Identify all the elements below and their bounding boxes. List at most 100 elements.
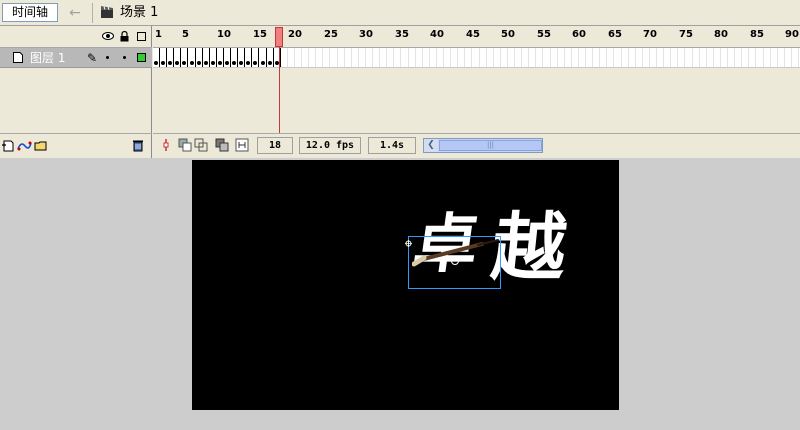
empty-frame-cell[interactable] xyxy=(501,48,508,67)
keyframe-cell[interactable] xyxy=(231,48,239,67)
empty-frame-cell[interactable] xyxy=(295,48,302,67)
keyframe-cell[interactable] xyxy=(266,48,274,67)
empty-frame-cell[interactable] xyxy=(792,48,799,67)
empty-frame-cell[interactable] xyxy=(458,48,466,67)
empty-frame-cell[interactable] xyxy=(615,48,622,67)
keyframe-cell[interactable] xyxy=(202,48,210,67)
empty-frame-cell[interactable] xyxy=(636,48,643,67)
empty-frame-cell[interactable] xyxy=(473,48,480,67)
empty-frame-cell[interactable] xyxy=(359,48,366,67)
empty-frame-cell[interactable] xyxy=(423,48,430,67)
scroll-left-icon[interactable]: ❮ xyxy=(424,139,438,152)
empty-frame-cell[interactable] xyxy=(785,48,792,67)
onion-skin-outline-icon[interactable] xyxy=(194,138,208,152)
empty-frame-cell[interactable] xyxy=(451,48,459,67)
empty-frame-cell[interactable] xyxy=(480,48,487,67)
empty-frame-cell[interactable] xyxy=(607,48,615,67)
frame-ruler[interactable]: 1 5 10 15 20 25 30 35 40 45 50 55 60 65 … xyxy=(153,26,800,48)
empty-frame-cell[interactable] xyxy=(742,48,750,67)
empty-frame-cell[interactable] xyxy=(430,48,437,67)
visibility-dot[interactable] xyxy=(106,56,109,59)
empty-frame-cell[interactable] xyxy=(288,48,295,67)
empty-frame-cell[interactable] xyxy=(402,48,409,67)
empty-frame-cell[interactable] xyxy=(629,48,636,67)
keyframe-cell[interactable] xyxy=(216,48,224,67)
scene-breadcrumb[interactable]: 场景 1 xyxy=(120,4,158,22)
empty-frame-cell[interactable] xyxy=(586,48,594,67)
empty-frame-cell[interactable] xyxy=(544,48,551,67)
empty-frame-cell[interactable] xyxy=(735,48,743,67)
keyframe-cell[interactable] xyxy=(181,48,189,67)
empty-frame-cell[interactable] xyxy=(551,48,558,67)
empty-frame-cell[interactable] xyxy=(643,48,650,67)
empty-frame-cell[interactable] xyxy=(558,48,565,67)
scrollbar-thumb[interactable]: ||| xyxy=(439,140,542,151)
empty-frame-cell[interactable] xyxy=(771,48,778,67)
empty-frame-cell[interactable] xyxy=(444,48,452,67)
keyframe-cell[interactable] xyxy=(188,48,196,67)
empty-frame-cell[interactable] xyxy=(508,48,515,67)
empty-frame-cell[interactable] xyxy=(515,48,523,67)
lock-icon[interactable] xyxy=(120,31,129,42)
add-layer-icon[interactable] xyxy=(1,139,14,152)
empty-frame-cell[interactable] xyxy=(764,48,771,67)
empty-frame-cell[interactable] xyxy=(686,48,693,67)
empty-frame-cell[interactable] xyxy=(394,48,402,67)
empty-frame-cell[interactable] xyxy=(409,48,416,67)
layer-name[interactable]: 图层 1 xyxy=(30,50,65,66)
empty-frame-cell[interactable] xyxy=(302,48,310,67)
eye-icon[interactable] xyxy=(102,31,114,41)
empty-frame-cell[interactable] xyxy=(387,48,395,67)
keyframe-cell[interactable] xyxy=(167,48,175,67)
keyframe-cell[interactable] xyxy=(174,48,182,67)
frame-rate-field[interactable]: 12.0 fps xyxy=(299,137,361,154)
empty-frame-cell[interactable] xyxy=(465,48,473,67)
empty-frame-cell[interactable] xyxy=(678,48,686,67)
empty-frame-cell[interactable] xyxy=(707,48,714,67)
empty-frame-cell[interactable] xyxy=(778,48,785,67)
empty-frame-cell[interactable] xyxy=(529,48,537,67)
playhead[interactable] xyxy=(275,27,283,47)
empty-frame-cell[interactable] xyxy=(757,48,764,67)
keyframe-cell[interactable] xyxy=(245,48,253,67)
empty-frame-cell[interactable] xyxy=(579,48,586,67)
empty-frame-cell[interactable] xyxy=(721,48,728,67)
empty-frame-cell[interactable] xyxy=(331,48,338,67)
lock-dot[interactable] xyxy=(123,56,126,59)
empty-frame-cell[interactable] xyxy=(657,48,665,67)
empty-frame-cell[interactable] xyxy=(323,48,331,67)
empty-frame-cell[interactable] xyxy=(693,48,700,67)
layer-row[interactable]: 图层 1 ✎ xyxy=(0,48,152,68)
empty-frame-cell[interactable] xyxy=(494,48,501,67)
add-guide-layer-icon[interactable] xyxy=(16,139,32,152)
empty-frame-cell[interactable] xyxy=(373,48,381,67)
keyframe-cell[interactable] xyxy=(209,48,217,67)
center-frame-icon[interactable] xyxy=(159,138,173,152)
outline-icon[interactable] xyxy=(137,32,146,41)
arrow-left-icon[interactable]: ← xyxy=(64,4,86,22)
keyframe-cell[interactable] xyxy=(238,48,246,67)
empty-frame-cell[interactable] xyxy=(366,48,373,67)
empty-frame-cell[interactable] xyxy=(728,48,736,67)
empty-frame-cell[interactable] xyxy=(572,48,579,67)
current-frame-field[interactable]: 18 xyxy=(257,137,293,154)
keyframe-cell[interactable] xyxy=(153,48,160,67)
keyframe-cell[interactable] xyxy=(160,48,168,67)
empty-frame-cell[interactable] xyxy=(380,48,388,67)
empty-frame-cell[interactable] xyxy=(650,48,657,67)
tab-timeline[interactable]: 时间轴 xyxy=(2,3,58,22)
empty-frame-cell[interactable] xyxy=(536,48,544,67)
keyframe-cell[interactable] xyxy=(259,48,267,67)
modify-onion-markers-icon[interactable] xyxy=(235,138,249,152)
empty-frame-cell[interactable] xyxy=(352,48,359,67)
empty-frame-cell[interactable] xyxy=(281,48,288,67)
empty-frame-cell[interactable] xyxy=(714,48,721,67)
empty-frame-cell[interactable] xyxy=(600,48,608,67)
edit-multiple-frames-icon[interactable] xyxy=(215,138,229,152)
horizontal-scrollbar[interactable]: ❮ ||| xyxy=(423,138,543,153)
trash-icon[interactable] xyxy=(132,139,144,152)
empty-frame-cell[interactable] xyxy=(522,48,530,67)
empty-frame-cell[interactable] xyxy=(338,48,345,67)
empty-frame-cell[interactable] xyxy=(416,48,423,67)
empty-frame-cell[interactable] xyxy=(565,48,572,67)
